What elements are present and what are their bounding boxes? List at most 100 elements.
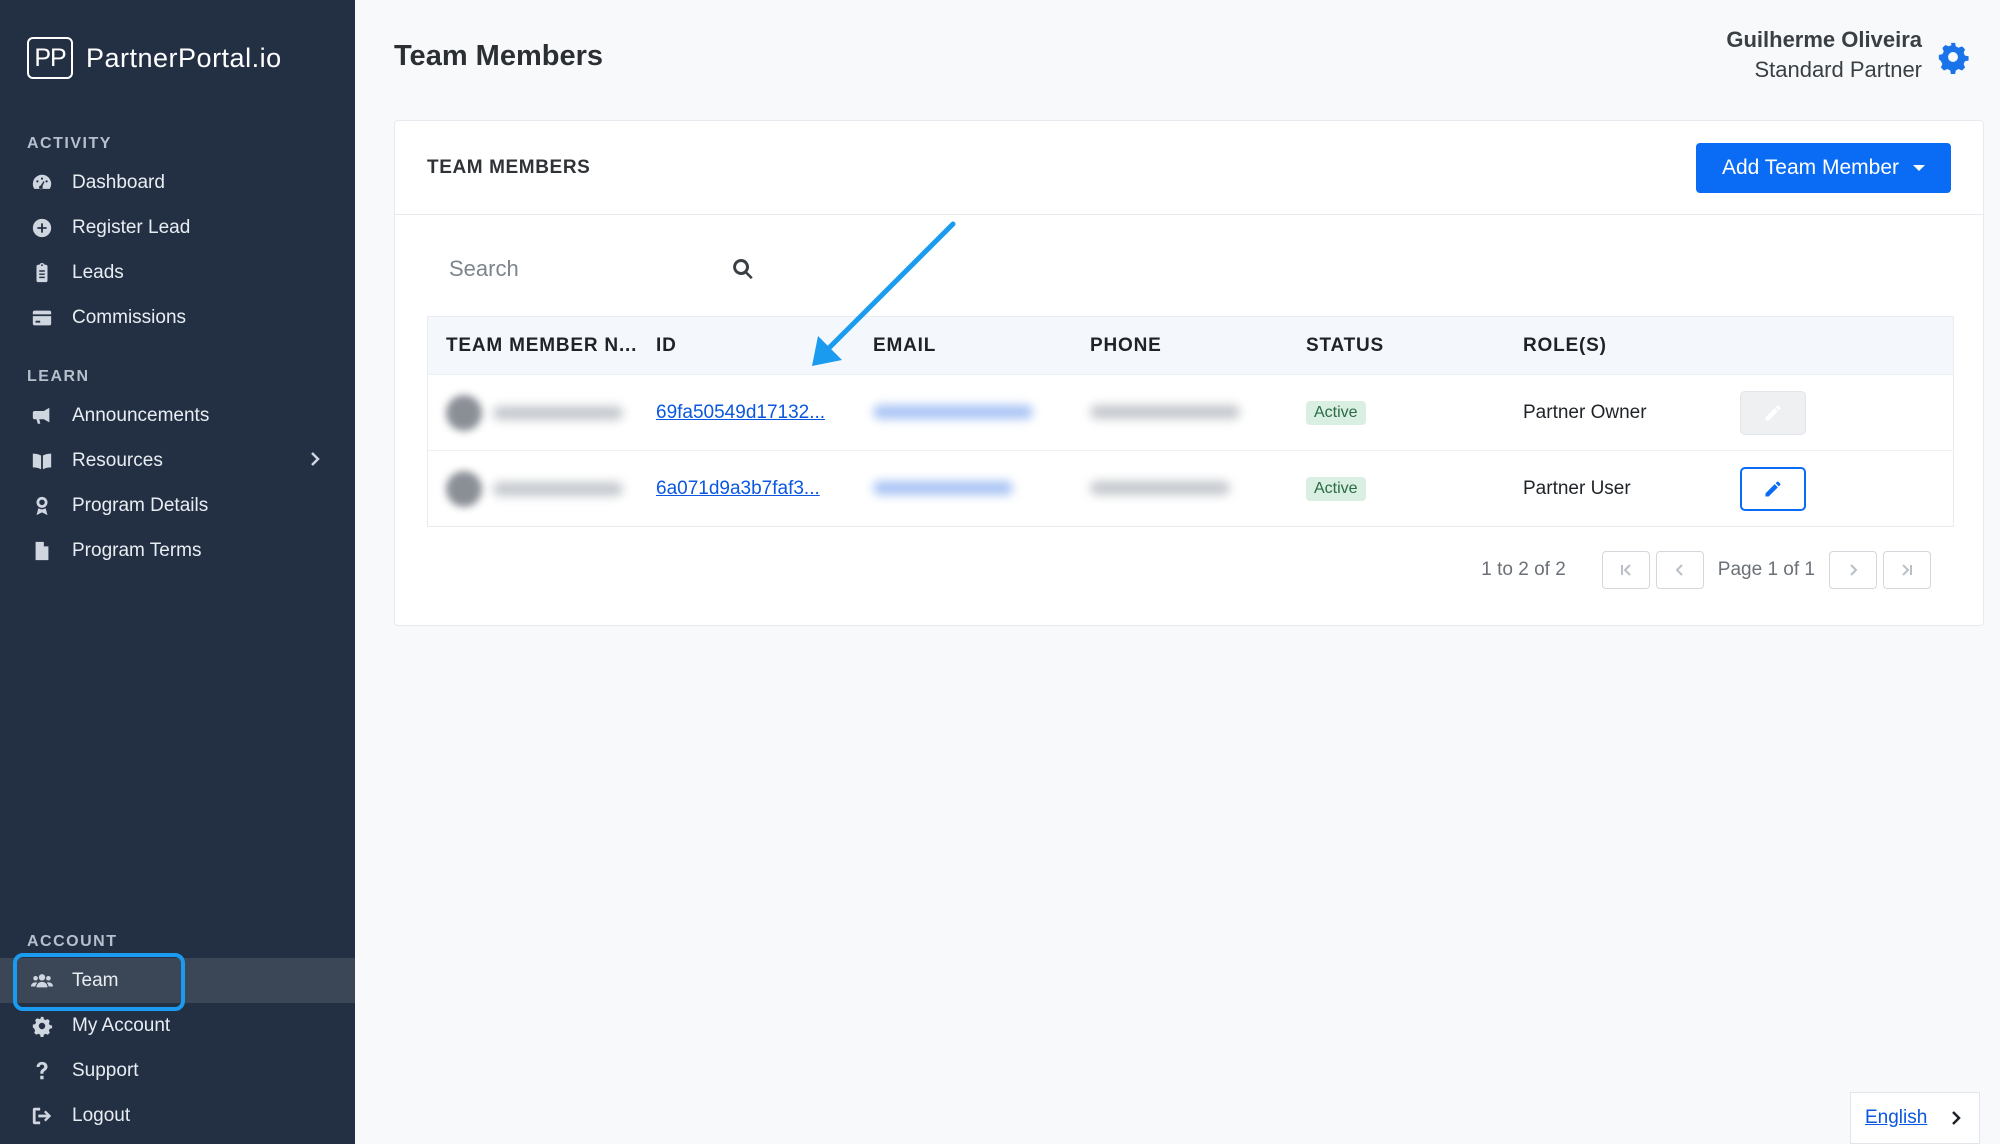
user-role: Standard Partner	[1754, 57, 1922, 82]
first-page-icon	[1620, 564, 1631, 576]
pencil-icon	[1765, 405, 1781, 420]
sidebar-item-label: Support	[72, 1059, 139, 1081]
chevron-right-icon	[1952, 1111, 1961, 1125]
member-role: Partner Owner	[1523, 401, 1647, 423]
last-page-button[interactable]	[1883, 551, 1931, 589]
redacted-email	[873, 481, 1013, 496]
search-input[interactable]	[449, 247, 729, 291]
sidebar-item-commissions[interactable]: Commissions	[0, 295, 355, 340]
sidebar-item-program-details[interactable]: Program Details	[0, 483, 355, 528]
member-id-link[interactable]: 69fa50549d17132...	[656, 402, 825, 424]
settings-gear-icon[interactable]	[1936, 40, 1970, 74]
team-members-table: TEAM MEMBER N... ID EMAIL PHONE STATUS R…	[427, 316, 1954, 527]
chevron-right-icon	[1850, 564, 1858, 576]
user-info[interactable]: Guilherme Oliveira Standard Partner	[1726, 27, 1922, 83]
member-phone-redacted	[1090, 478, 1230, 500]
chevron-right-icon	[305, 449, 325, 475]
table-row: 6a071d9a3b7faf3... Active Partner User	[428, 450, 1953, 526]
column-header-roles[interactable]: ROLE(S)	[1523, 335, 1607, 357]
first-page-button[interactable]	[1601, 551, 1650, 589]
member-name-redacted	[446, 394, 624, 431]
edit-button-enabled[interactable]	[1740, 466, 1806, 511]
avatar	[446, 394, 482, 431]
sidebar-item-resources[interactable]: Resources	[0, 438, 355, 483]
sidebar-item-label: Register Lead	[72, 216, 191, 238]
column-header-id[interactable]: ID	[656, 335, 677, 357]
credit-card-icon	[30, 306, 54, 330]
column-header-email[interactable]: EMAIL	[873, 335, 936, 357]
sidebar-item-announcements[interactable]: Announcements	[0, 393, 355, 438]
member-email-redacted	[873, 402, 1033, 424]
member-email-redacted	[873, 478, 1013, 500]
question-icon	[30, 1059, 54, 1083]
language-link[interactable]: English	[1865, 1107, 1927, 1129]
redacted-name	[493, 405, 624, 420]
avatar	[446, 470, 482, 507]
member-id[interactable]: 6a071d9a3b7faf3...	[656, 478, 820, 499]
logo[interactable]: PP PartnerPortal.io	[27, 37, 282, 79]
sidebar-item-leads[interactable]: Leads	[0, 250, 355, 295]
sidebar-item-label: Logout	[72, 1104, 131, 1126]
sidebar-item-label: Resources	[72, 449, 163, 471]
edit-button[interactable]	[1740, 466, 1806, 511]
redacted-phone	[1090, 481, 1230, 496]
card-title: TEAM MEMBERS	[427, 157, 591, 178]
language-selector[interactable]: English	[1850, 1092, 1980, 1144]
member-role: Partner User	[1523, 477, 1631, 499]
team-members-card: TEAM MEMBERS Add Team Member TEAM MEMBER…	[394, 120, 1984, 626]
edit-button-disabled[interactable]	[1740, 390, 1806, 435]
add-team-member-label: Add Team Member	[1721, 156, 1900, 179]
sidebar-item-label: Program Terms	[72, 539, 202, 561]
chevron-left-icon	[1675, 564, 1683, 576]
sidebar-item-team[interactable]: Team	[0, 958, 355, 1003]
pagination-count: 1 to 2 of 2	[1481, 559, 1566, 580]
member-name-redacted	[446, 470, 624, 507]
sidebar-item-label: Commissions	[72, 306, 187, 328]
redacted-name	[493, 481, 624, 496]
sidebar-item-support[interactable]: Support	[0, 1048, 355, 1093]
sidebar-item-program-terms[interactable]: Program Terms	[0, 528, 355, 573]
plus-circle-icon	[30, 216, 54, 240]
sidebar: PP PartnerPortal.io ACTIVITY Dashboard R…	[0, 0, 355, 1144]
member-id[interactable]: 69fa50549d17132...	[656, 402, 825, 423]
table-row: 69fa50549d17132... Active Partner Owner	[428, 374, 1953, 450]
redacted-email	[873, 405, 1033, 420]
column-header-phone[interactable]: PHONE	[1090, 335, 1162, 357]
edit-button[interactable]	[1740, 390, 1806, 435]
member-id-link[interactable]: 6a071d9a3b7faf3...	[656, 478, 820, 500]
megaphone-icon	[30, 404, 54, 428]
page-title: Team Members	[394, 40, 603, 72]
column-header-name[interactable]: TEAM MEMBER N...	[446, 335, 637, 357]
status-badge: Active	[1306, 476, 1366, 501]
redacted-phone	[1090, 405, 1240, 420]
sidebar-item-logout[interactable]: Logout	[0, 1093, 355, 1138]
search-icon[interactable]	[731, 257, 755, 281]
column-header-status[interactable]: STATUS	[1306, 335, 1384, 357]
gear-icon	[30, 1014, 54, 1038]
member-phone-redacted	[1090, 402, 1240, 424]
caret-down-icon	[1913, 165, 1926, 171]
status-badge: Active	[1306, 400, 1366, 425]
pencil-icon	[1765, 481, 1781, 496]
status-badge-text: Active	[1306, 476, 1366, 501]
sidebar-item-label: My Account	[72, 1014, 171, 1036]
sidebar-item-label: Dashboard	[72, 171, 165, 193]
search-box	[449, 247, 769, 291]
user-name: Guilherme Oliveira	[1726, 27, 1922, 52]
sidebar-item-register-lead[interactable]: Register Lead	[0, 205, 355, 250]
sidebar-item-dashboard[interactable]: Dashboard	[0, 160, 355, 205]
sidebar-item-label: Leads	[72, 261, 124, 283]
last-page-icon	[1902, 564, 1912, 576]
prev-page-button[interactable]	[1655, 551, 1704, 589]
book-icon	[30, 449, 54, 473]
sidebar-item-label: Team	[72, 969, 119, 991]
logout-icon	[30, 1104, 54, 1128]
card-header: TEAM MEMBERS Add Team Member	[395, 121, 1983, 215]
table-header: TEAM MEMBER N... ID EMAIL PHONE STATUS R…	[428, 317, 1953, 374]
file-icon	[30, 539, 54, 563]
add-team-member-button[interactable]: Add Team Member	[1696, 143, 1951, 193]
sidebar-item-my-account[interactable]: My Account	[0, 1003, 355, 1048]
dashboard-icon	[30, 171, 54, 195]
next-page-button[interactable]	[1829, 551, 1877, 589]
clipboard-icon	[30, 261, 54, 285]
